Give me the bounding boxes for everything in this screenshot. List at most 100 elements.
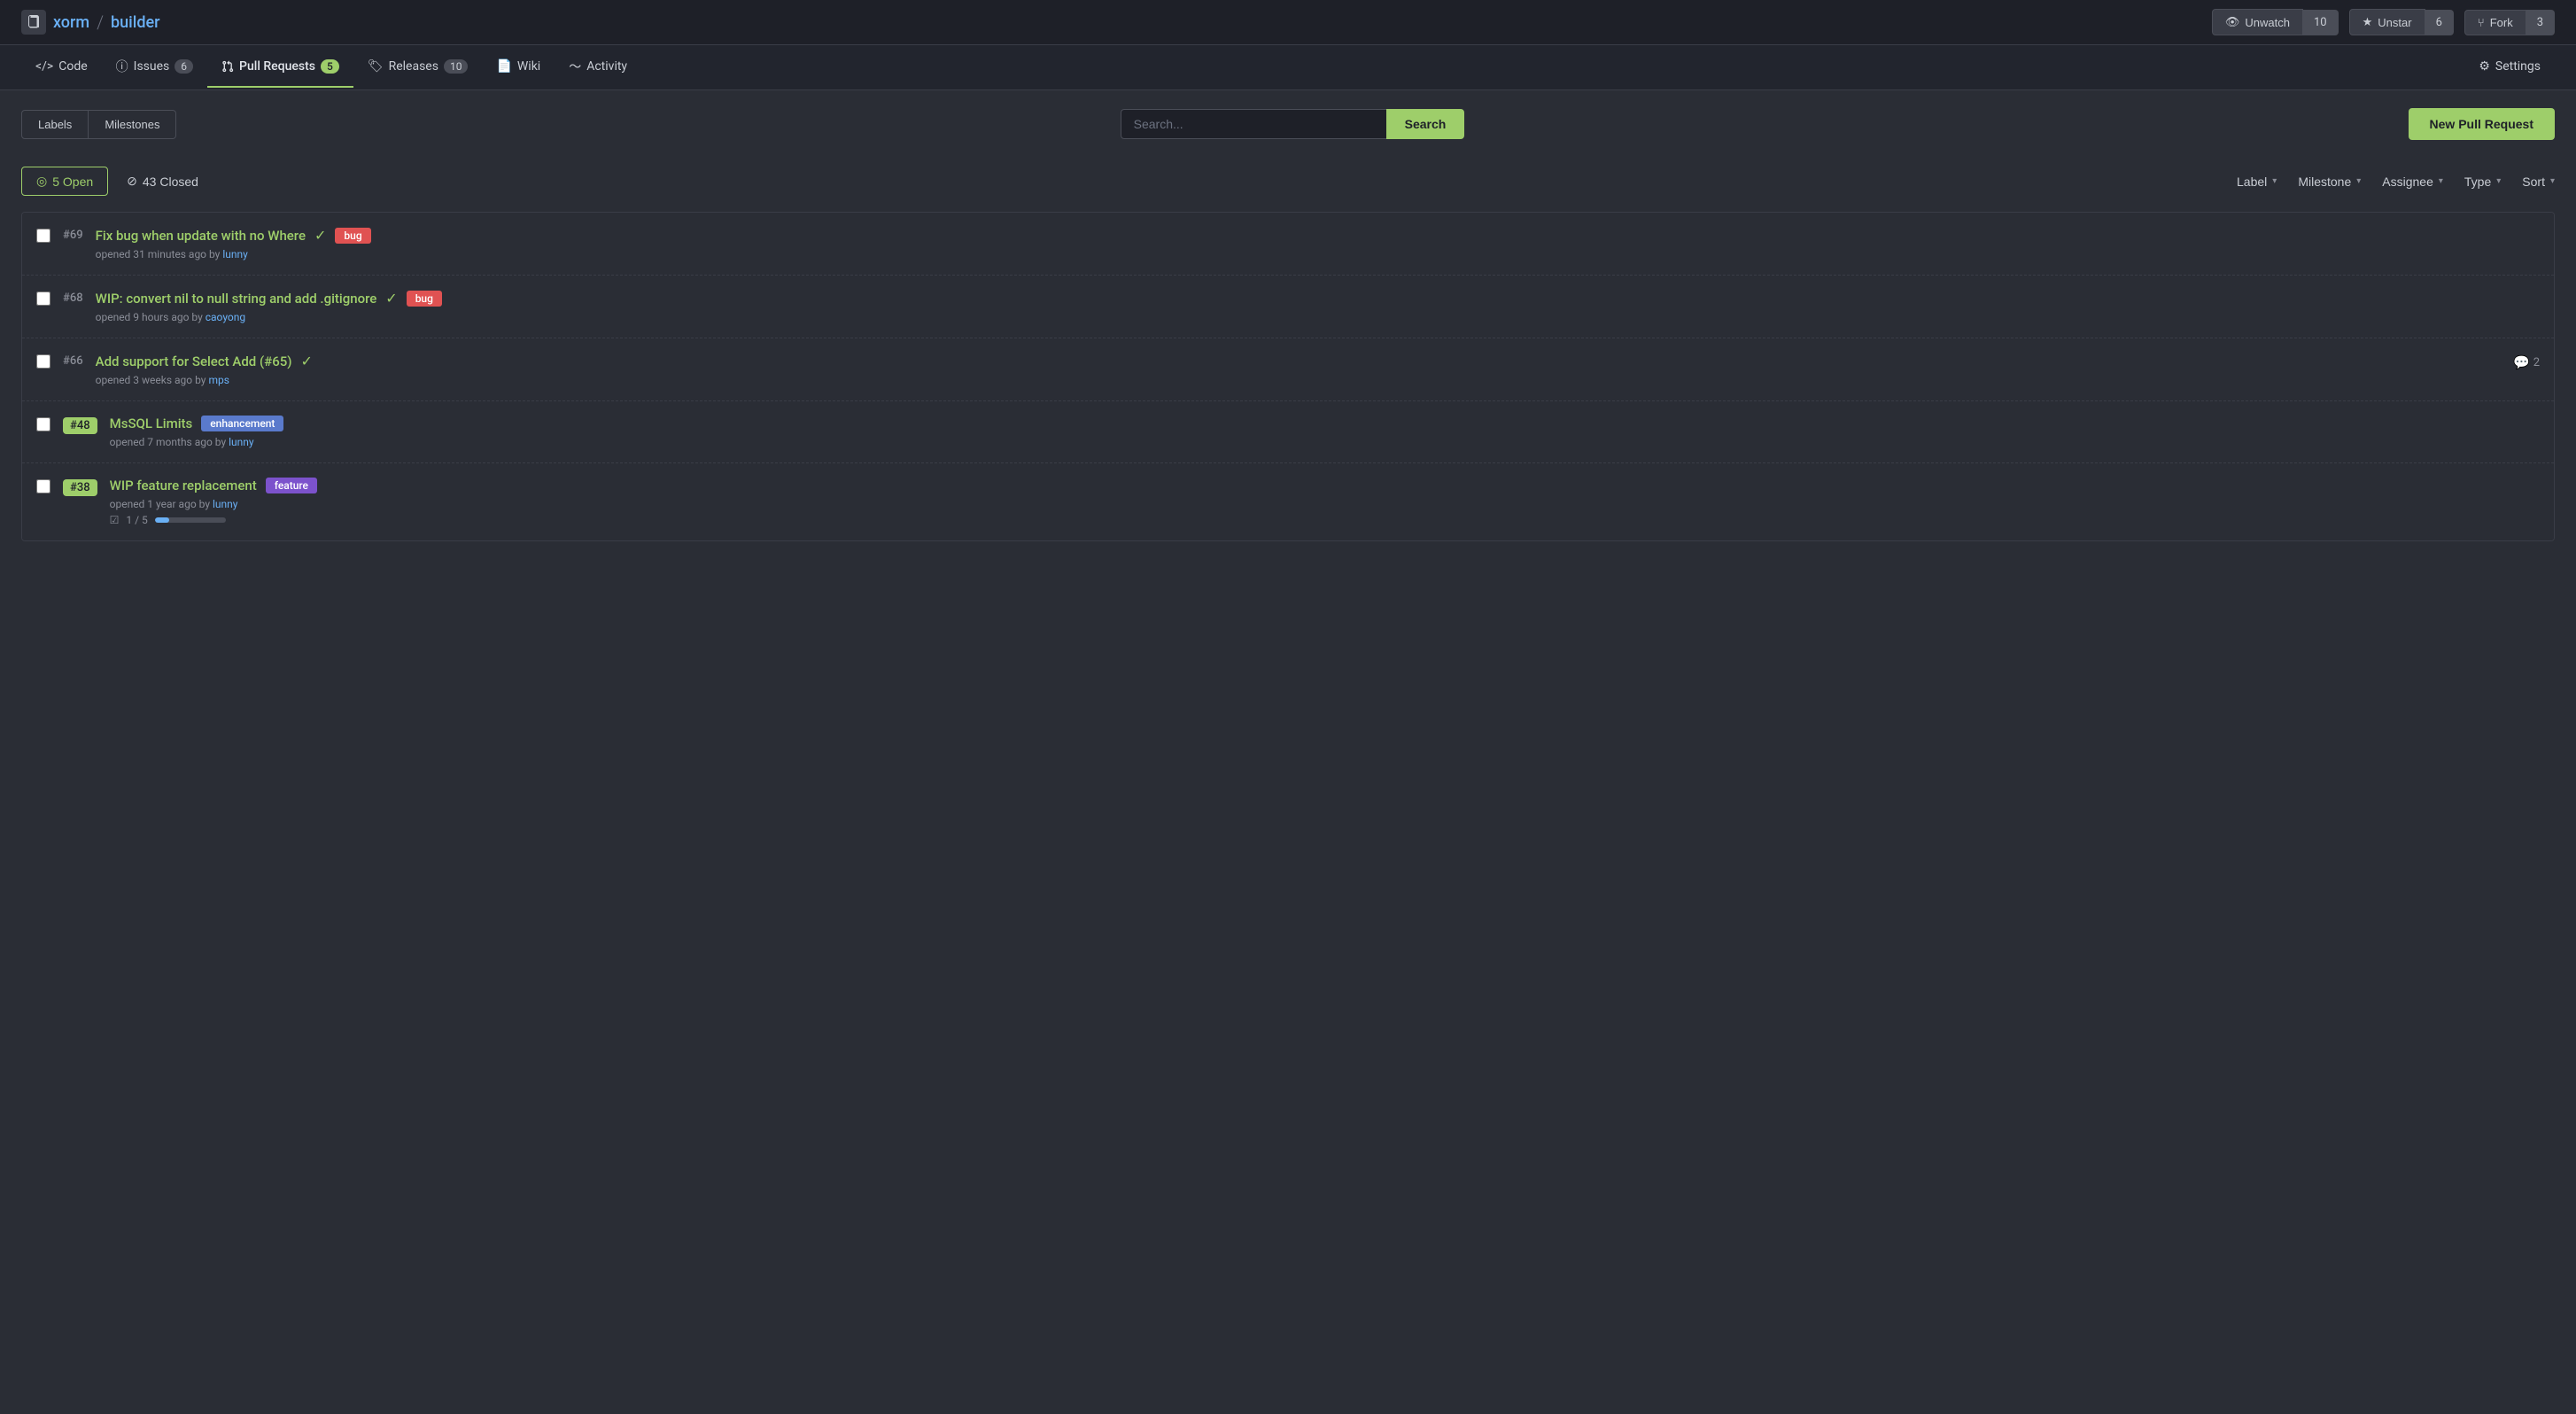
- search-button[interactable]: Search: [1386, 109, 1465, 139]
- releases-badge: 10: [444, 59, 469, 74]
- sort-filter-button[interactable]: Sort ▾: [2522, 171, 2555, 192]
- pr-68-author-link[interactable]: caoyong: [206, 311, 245, 323]
- milestones-button[interactable]: Milestones: [89, 110, 176, 139]
- unstar-group: ★ Unstar 6: [2349, 9, 2454, 35]
- closed-circle-icon: ⊘: [127, 174, 137, 189]
- pr-68-number: #68: [63, 291, 83, 305]
- pr-38-label-feature: feature: [266, 478, 317, 493]
- pr-69-label-bug: bug: [335, 228, 370, 244]
- pr-66-comment-count: 💬 2: [2513, 354, 2540, 370]
- pr-68-title-row: WIP: convert nil to null string and add …: [96, 290, 2540, 307]
- tab-releases-label: Releases: [389, 59, 438, 74]
- tab-issues[interactable]: ⓘ Issues 6: [102, 45, 207, 89]
- pr-38-checkbox[interactable]: [36, 479, 50, 493]
- repo-owner-link[interactable]: xorm: [53, 13, 89, 32]
- pull-requests-badge: 5: [321, 59, 339, 74]
- toolbar-row: Labels Milestones Search New Pull Reques…: [21, 108, 2555, 140]
- pr-48-label-enhancement: enhancement: [201, 416, 283, 431]
- tab-settings[interactable]: ⚙ Settings: [2464, 47, 2555, 88]
- activity-icon: ～: [569, 58, 581, 75]
- search-input[interactable]: [1121, 109, 1386, 139]
- pr-66-title[interactable]: Add support for Select Add (#65): [96, 354, 292, 369]
- assignee-filter-button[interactable]: Assignee ▾: [2382, 171, 2443, 192]
- pr-38-title-row: WIP feature replacement feature: [110, 478, 2540, 493]
- unstar-button[interactable]: ★ Unstar: [2349, 9, 2425, 35]
- settings-icon: ⚙: [2479, 59, 2490, 74]
- unwatch-button[interactable]: 👁 Unwatch: [2212, 9, 2303, 35]
- pr-48-title[interactable]: MsSQL Limits: [110, 416, 193, 431]
- pr-69-title[interactable]: Fix bug when update with no Where: [96, 228, 306, 244]
- fork-button[interactable]: ⑂ Fork: [2464, 10, 2526, 35]
- tab-activity-label: Activity: [586, 59, 627, 74]
- repo-icon: [21, 10, 46, 35]
- pr-69-body: Fix bug when update with no Where ✓ bug …: [96, 227, 2540, 260]
- unstar-count: 6: [2425, 10, 2454, 35]
- pr-68-meta: opened 9 hours ago by caoyong: [96, 311, 2540, 323]
- separator: /: [97, 12, 104, 33]
- pr-38-title[interactable]: WIP feature replacement: [110, 478, 257, 493]
- type-chevron-icon: ▾: [2496, 176, 2501, 186]
- tab-releases[interactable]: 🏷 Releases 10: [353, 47, 483, 88]
- pr-38-number: #38: [63, 479, 97, 496]
- top-header: xorm / builder 👁 Unwatch 10 ★ Unstar 6 ⑂…: [0, 0, 2576, 45]
- tab-code[interactable]: </> Code: [21, 47, 102, 88]
- issues-icon: ⓘ: [116, 58, 128, 75]
- pr-66-checkbox[interactable]: [36, 354, 50, 369]
- filter-left: ◎ 5 Open ⊘ 43 Closed: [21, 167, 213, 196]
- pr-38-progress-row: ☑ 1 / 5: [110, 514, 2540, 526]
- tab-activity[interactable]: ～ Activity: [555, 45, 641, 89]
- pr-48-number: #48: [63, 417, 97, 434]
- pr-48-body: MsSQL Limits enhancement opened 7 months…: [110, 416, 2540, 448]
- pr-66-body: Add support for Select Add (#65) ✓ opene…: [96, 353, 2501, 386]
- sort-chevron-icon: ▾: [2550, 176, 2555, 186]
- pr-38-progress-label: 1 / 5: [126, 514, 147, 526]
- pr-68-title[interactable]: WIP: convert nil to null string and add …: [96, 291, 377, 307]
- search-group: Search: [187, 109, 2397, 139]
- label-filter-button[interactable]: Label ▾: [2237, 171, 2277, 192]
- tab-issues-label: Issues: [134, 59, 170, 74]
- pr-68-body: WIP: convert nil to null string and add …: [96, 290, 2540, 323]
- nav-tabs: </> Code ⓘ Issues 6 Pull Requests 5 🏷 Re…: [0, 45, 2576, 90]
- pr-38-progress-bar: [155, 517, 226, 523]
- header-actions: 👁 Unwatch 10 ★ Unstar 6 ⑂ Fork 3: [2212, 9, 2555, 35]
- tab-pull-requests-label: Pull Requests: [239, 59, 315, 74]
- pr-68-check-icon: ✓: [385, 290, 397, 307]
- filter-right: Label ▾ Milestone ▾ Assignee ▾ Type ▾ So…: [2237, 171, 2555, 192]
- closed-filter-button[interactable]: ⊘ 43 Closed: [112, 167, 213, 196]
- main-content: Labels Milestones Search New Pull Reques…: [0, 90, 2576, 559]
- pr-69-check-icon: ✓: [314, 227, 326, 244]
- table-row: #68 WIP: convert nil to null string and …: [22, 276, 2554, 338]
- pr-68-label-bug: bug: [407, 291, 442, 307]
- pr-69-number: #69: [63, 229, 83, 242]
- tab-pull-requests[interactable]: Pull Requests 5: [207, 47, 353, 88]
- pr-38-body: WIP feature replacement feature opened 1…: [110, 478, 2540, 526]
- open-filter-button[interactable]: ◎ 5 Open: [21, 167, 108, 196]
- pr-66-check-icon: ✓: [301, 353, 313, 369]
- pr-38-author-link[interactable]: lunny: [213, 498, 237, 510]
- pr-69-meta: opened 31 minutes ago by lunny: [96, 248, 2540, 260]
- milestone-filter-button[interactable]: Milestone ▾: [2298, 171, 2361, 192]
- pr-69-author-link[interactable]: lunny: [222, 248, 247, 260]
- tab-wiki-label: Wiki: [517, 59, 540, 74]
- new-pull-request-button[interactable]: New Pull Request: [2409, 108, 2555, 140]
- pull-requests-icon: [221, 59, 234, 74]
- table-row: #38 WIP feature replacement feature open…: [22, 463, 2554, 540]
- table-row: #48 MsSQL Limits enhancement opened 7 mo…: [22, 401, 2554, 463]
- progress-tasks-icon: ☑: [110, 514, 120, 526]
- pr-48-checkbox[interactable]: [36, 417, 50, 431]
- labels-button[interactable]: Labels: [21, 110, 89, 139]
- repo-name-link[interactable]: builder: [111, 13, 159, 32]
- fork-group: ⑂ Fork 3: [2464, 10, 2555, 35]
- pr-66-right: 💬 2: [2513, 354, 2540, 370]
- wiki-icon: 📄: [496, 59, 511, 74]
- tab-wiki[interactable]: 📄 Wiki: [482, 47, 555, 88]
- pr-69-checkbox[interactable]: [36, 229, 50, 243]
- pr-68-checkbox[interactable]: [36, 291, 50, 306]
- pr-66-author-link[interactable]: mps: [208, 374, 229, 386]
- pr-48-author-link[interactable]: lunny: [229, 436, 253, 448]
- type-filter-button[interactable]: Type ▾: [2464, 171, 2501, 192]
- table-row: #66 Add support for Select Add (#65) ✓ o…: [22, 338, 2554, 401]
- filter-bar: ◎ 5 Open ⊘ 43 Closed Label ▾ Milestone ▾…: [21, 158, 2555, 205]
- assignee-chevron-icon: ▾: [2439, 176, 2443, 186]
- open-circle-icon: ◎: [36, 174, 47, 189]
